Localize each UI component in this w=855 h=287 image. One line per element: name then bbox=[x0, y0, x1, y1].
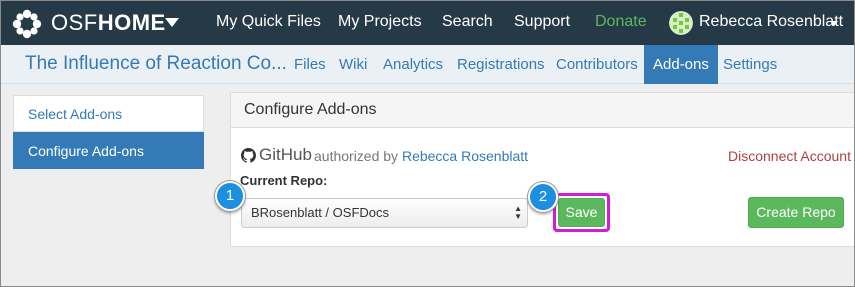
tab-files[interactable]: Files bbox=[294, 45, 326, 84]
brand-dropdown-chevron-icon[interactable] bbox=[165, 18, 179, 27]
callout-step-1: 1 bbox=[215, 181, 245, 211]
project-navbar: The Influence of Reaction Co... Files Wi… bbox=[1, 45, 854, 84]
callout-step-2: 2 bbox=[528, 182, 558, 212]
brand-name[interactable]: OSFHOME bbox=[51, 10, 166, 36]
nav-support[interactable]: Support bbox=[514, 13, 570, 31]
configure-addons-panel: Configure Add-ons GitHub authorized by R… bbox=[230, 92, 854, 247]
github-icon bbox=[241, 148, 256, 163]
create-repo-button[interactable]: Create Repo bbox=[748, 197, 844, 228]
tab-settings[interactable]: Settings bbox=[723, 45, 777, 84]
nav-my-projects[interactable]: My Projects bbox=[338, 13, 422, 31]
tab-wiki[interactable]: Wiki bbox=[339, 45, 367, 84]
project-title[interactable]: The Influence of Reaction Co... bbox=[25, 53, 287, 75]
repo-select[interactable]: BRosenblatt / OSFDocs ▲ ▼ bbox=[241, 198, 528, 228]
authorized-user-link[interactable]: Rebecca Rosenblatt bbox=[402, 148, 528, 164]
repo-select-value: BRosenblatt / OSFDocs bbox=[251, 205, 389, 220]
select-arrows-icon: ▲ ▼ bbox=[514, 204, 522, 221]
user-avatar-icon[interactable] bbox=[669, 11, 693, 35]
current-repo-label: Current Repo: bbox=[240, 173, 328, 188]
addons-sidebar: Select Add-ons Configure Add-ons bbox=[13, 95, 204, 169]
nav-search[interactable]: Search bbox=[442, 13, 493, 31]
tab-analytics[interactable]: Analytics bbox=[383, 45, 443, 84]
osf-logo-icon[interactable] bbox=[11, 8, 43, 40]
app-window: OSFHOME My Quick Files My Projects Searc… bbox=[0, 0, 855, 287]
tab-add-ons[interactable]: Add-ons bbox=[644, 45, 718, 84]
user-menu-name[interactable]: Rebecca Rosenblatt bbox=[699, 13, 843, 31]
panel-heading: Configure Add-ons bbox=[231, 93, 854, 128]
nav-my-quick-files[interactable]: My Quick Files bbox=[216, 13, 321, 31]
user-menu-caret-icon[interactable] bbox=[830, 21, 838, 26]
top-navbar: OSFHOME My Quick Files My Projects Searc… bbox=[1, 1, 854, 45]
addon-name: GitHub bbox=[259, 145, 312, 164]
nav-donate[interactable]: Donate bbox=[595, 13, 647, 31]
sidebar-item-select-add-ons[interactable]: Select Add-ons bbox=[13, 95, 204, 132]
tab-contributors[interactable]: Contributors bbox=[556, 45, 638, 84]
sidebar-item-configure-add-ons[interactable]: Configure Add-ons bbox=[13, 132, 204, 169]
save-button[interactable]: Save bbox=[558, 198, 605, 227]
disconnect-account-link[interactable]: Disconnect Account bbox=[728, 148, 851, 164]
save-button-highlight: Save bbox=[553, 193, 610, 232]
authorized-by-text: authorized by Rebecca Rosenblatt bbox=[314, 148, 529, 164]
tab-registrations[interactable]: Registrations bbox=[457, 45, 545, 84]
